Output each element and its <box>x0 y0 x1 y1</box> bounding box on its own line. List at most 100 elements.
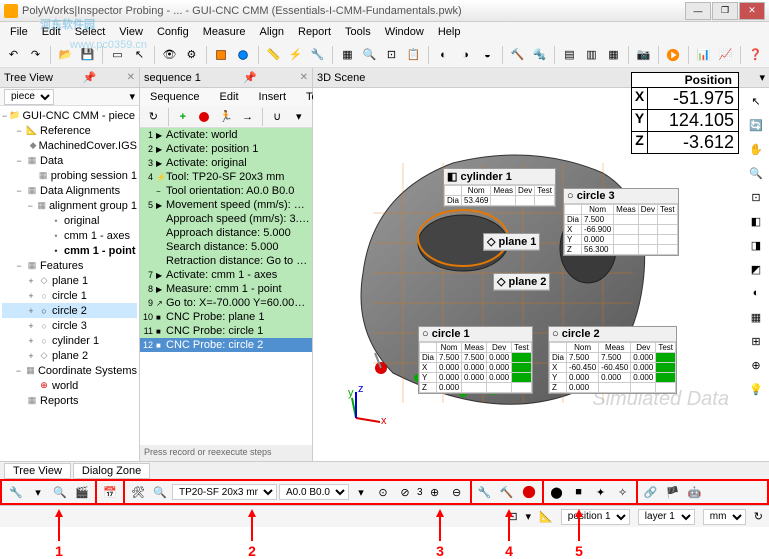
tree-node[interactable]: ◆MachinedCover.IGS <box>2 138 137 153</box>
treeview-pin-icon[interactable]: 📌 <box>83 71 97 84</box>
sequence-step[interactable]: Approach speed (mm/s): 3.000 <box>140 212 312 226</box>
link-button[interactable]: 🔗 <box>641 482 661 502</box>
sequence-step[interactable]: 7▶Activate: cmm 1 - axes <box>140 268 312 282</box>
sequence-step[interactable]: Approach distance: 5.000 <box>140 226 312 240</box>
callout-cylinder1[interactable]: ◧ cylinder 1 NomMeasDevTest Dia53.469 <box>443 168 556 207</box>
seq-refresh-button[interactable]: ↻ <box>144 107 163 127</box>
menu-report[interactable]: Report <box>292 24 337 40</box>
sequence-step[interactable]: 10■CNC Probe: plane 1 <box>140 310 312 324</box>
probe-button[interactable]: 🔧 <box>308 45 327 65</box>
zoom-button[interactable]: 🔍 <box>360 45 379 65</box>
rec-button[interactable]: ⬤ <box>547 482 567 502</box>
menu-edit[interactable]: Edit <box>36 24 67 40</box>
menu-align[interactable]: Align <box>254 24 290 40</box>
scene-axis-button[interactable]: ⊕ <box>745 354 767 376</box>
feature3-button[interactable]: ◒ <box>478 45 497 65</box>
view-button[interactable]: 👁 <box>160 45 179 65</box>
stop2-button[interactable]: ■ <box>569 482 589 502</box>
camera-button[interactable]: 📷 <box>634 45 653 65</box>
sequence-step[interactable]: 9↗Go to: X=-70.000 Y=60.000 Z=5.000... <box>140 296 312 310</box>
menu-tools[interactable]: Tools <box>339 24 377 40</box>
position-selector[interactable]: position 1 <box>561 509 630 525</box>
tree-node[interactable]: +○circle 3 <box>2 318 137 333</box>
tree-node[interactable]: ▦Reports <box>2 393 137 408</box>
tree-node[interactable]: ⊕world <box>2 378 137 393</box>
sequence-step[interactable]: 1▶Activate: world <box>140 128 312 142</box>
seqmenu-edit[interactable]: Edit <box>214 89 245 105</box>
minimize-button[interactable]: — <box>685 2 711 20</box>
spark1-button[interactable]: ✦ <box>591 482 611 502</box>
tree[interactable]: −📁GUI-CNC CMM - piece 1−📐Reference◆Machi… <box>0 106 139 461</box>
scene-wire-button[interactable]: ▦ <box>745 306 767 328</box>
seqmenu-insert[interactable]: Insert <box>253 89 293 105</box>
scene-light-button[interactable]: 💡 <box>745 378 767 400</box>
seq-magnet-button[interactable]: ∪ <box>268 107 287 127</box>
sequence-step[interactable]: 12■CNC Probe: circle 2 <box>140 338 312 352</box>
tree-node[interactable]: −▦Data <box>2 153 137 168</box>
feature1-button[interactable]: ◐ <box>434 45 453 65</box>
tree-node[interactable]: •original <box>2 213 137 228</box>
stop-button[interactable] <box>519 482 539 502</box>
caliper-button[interactable]: ⚡ <box>286 45 305 65</box>
status-icon1[interactable]: ⊡ <box>508 510 517 523</box>
callout-plane2[interactable]: ◇ plane 2 <box>493 273 550 291</box>
orientation-selector[interactable]: A0.0 B0.0 <box>279 484 349 500</box>
fit-button[interactable]: ⊡ <box>382 45 401 65</box>
callout-circle3[interactable]: ○ circle 3 NomMeasDevTest Dia7.500 X-66.… <box>563 188 679 256</box>
measure-button[interactable]: 📏 <box>264 45 283 65</box>
help-button[interactable]: ❓ <box>746 45 765 65</box>
tree-node[interactable]: •cmm 1 - axes <box>2 228 137 243</box>
status-icon3[interactable]: 📐 <box>539 510 553 523</box>
align-button[interactable]: ▦ <box>338 45 357 65</box>
tab-dialogzone[interactable]: Dialog Zone <box>73 463 150 479</box>
tree-node[interactable]: −▦Coordinate Systems <box>2 363 137 378</box>
tree-node[interactable]: +◇plane 2 <box>2 348 137 363</box>
redo-button[interactable]: ↷ <box>26 45 45 65</box>
seq-menu-button[interactable]: ▾ <box>289 107 308 127</box>
tree-node[interactable]: −▦Data Alignments <box>2 183 137 198</box>
tool-selector[interactable]: TP20-SF 20x3 mm <box>172 484 277 500</box>
scene-zoom-button[interactable]: 🔍 <box>745 162 767 184</box>
scene-fit-button[interactable]: ⊡ <box>745 186 767 208</box>
callout-plane1[interactable]: ◇ plane 1 <box>483 233 540 251</box>
wrench2-button[interactable]: 🔨 <box>497 482 517 502</box>
sequence-pin-icon[interactable]: 📌 <box>243 71 257 84</box>
scene-menu-icon[interactable]: ▾ <box>759 71 765 84</box>
graph-button[interactable]: 📈 <box>716 45 735 65</box>
feature2-button[interactable]: ◑ <box>456 45 475 65</box>
sequence-step[interactable]: 5▶Movement speed (mm/s): 200.000 <box>140 198 312 212</box>
menu-select[interactable]: Select <box>69 24 112 40</box>
tree-node[interactable]: +○cylinder 1 <box>2 333 137 348</box>
layout1-button[interactable]: ▤ <box>560 45 579 65</box>
tree-node[interactable]: +○circle 2 <box>2 303 137 318</box>
3d-scene[interactable]: 3D Scene ▾ Position X-51.975 Y124.105 Z-… <box>313 68 769 461</box>
seq-step-button[interactable]: → <box>238 107 257 127</box>
seq-run-button[interactable]: 🏃 <box>217 107 236 127</box>
sequence-step[interactable]: Search distance: 5.000 <box>140 240 312 254</box>
status-icon2[interactable]: ▾ <box>526 510 532 523</box>
chart-button[interactable]: 📊 <box>694 45 713 65</box>
sequence-step[interactable]: 8▶Measure: cmm 1 - point <box>140 282 312 296</box>
piece-selector[interactable]: piece 1 <box>4 89 54 105</box>
scene-view3-button[interactable]: ◩ <box>745 258 767 280</box>
menu-measure[interactable]: Measure <box>197 24 252 40</box>
unit-selector[interactable]: mm <box>703 509 746 525</box>
callout-circle1[interactable]: ○ circle 1 NomMeasDevTest Dia7.5007.5000… <box>418 326 533 394</box>
sequence-step[interactable]: −Tool orientation: A0.0 B0.0 <box>140 184 312 198</box>
clapper-button[interactable]: 🎬 <box>72 482 92 502</box>
tree-node[interactable]: •cmm 1 - point <box>2 243 137 258</box>
tree-node[interactable]: −▦Features <box>2 258 137 273</box>
menu-window[interactable]: Window <box>379 24 430 40</box>
tree-node[interactable]: −📐Reference <box>2 123 137 138</box>
orient-opt-button[interactable]: ▾ <box>351 482 371 502</box>
sphere-button[interactable] <box>234 45 253 65</box>
status-refresh-icon[interactable]: ↻ <box>754 510 763 523</box>
open-button[interactable]: 📂 <box>56 45 75 65</box>
menu-view[interactable]: View <box>113 24 149 40</box>
flag-button[interactable]: 🏴 <box>663 482 683 502</box>
sequence-step[interactable]: 11■CNC Probe: circle 1 <box>140 324 312 338</box>
sequence-step[interactable]: 4⚡Tool: TP20-SF 20x3 mm <box>140 170 312 184</box>
probe-search-button[interactable]: 🔍 <box>50 482 70 502</box>
sequence-list[interactable]: 1▶Activate: world2▶Activate: position 13… <box>140 128 312 445</box>
treeview-close-icon[interactable]: ✕ <box>127 72 135 83</box>
